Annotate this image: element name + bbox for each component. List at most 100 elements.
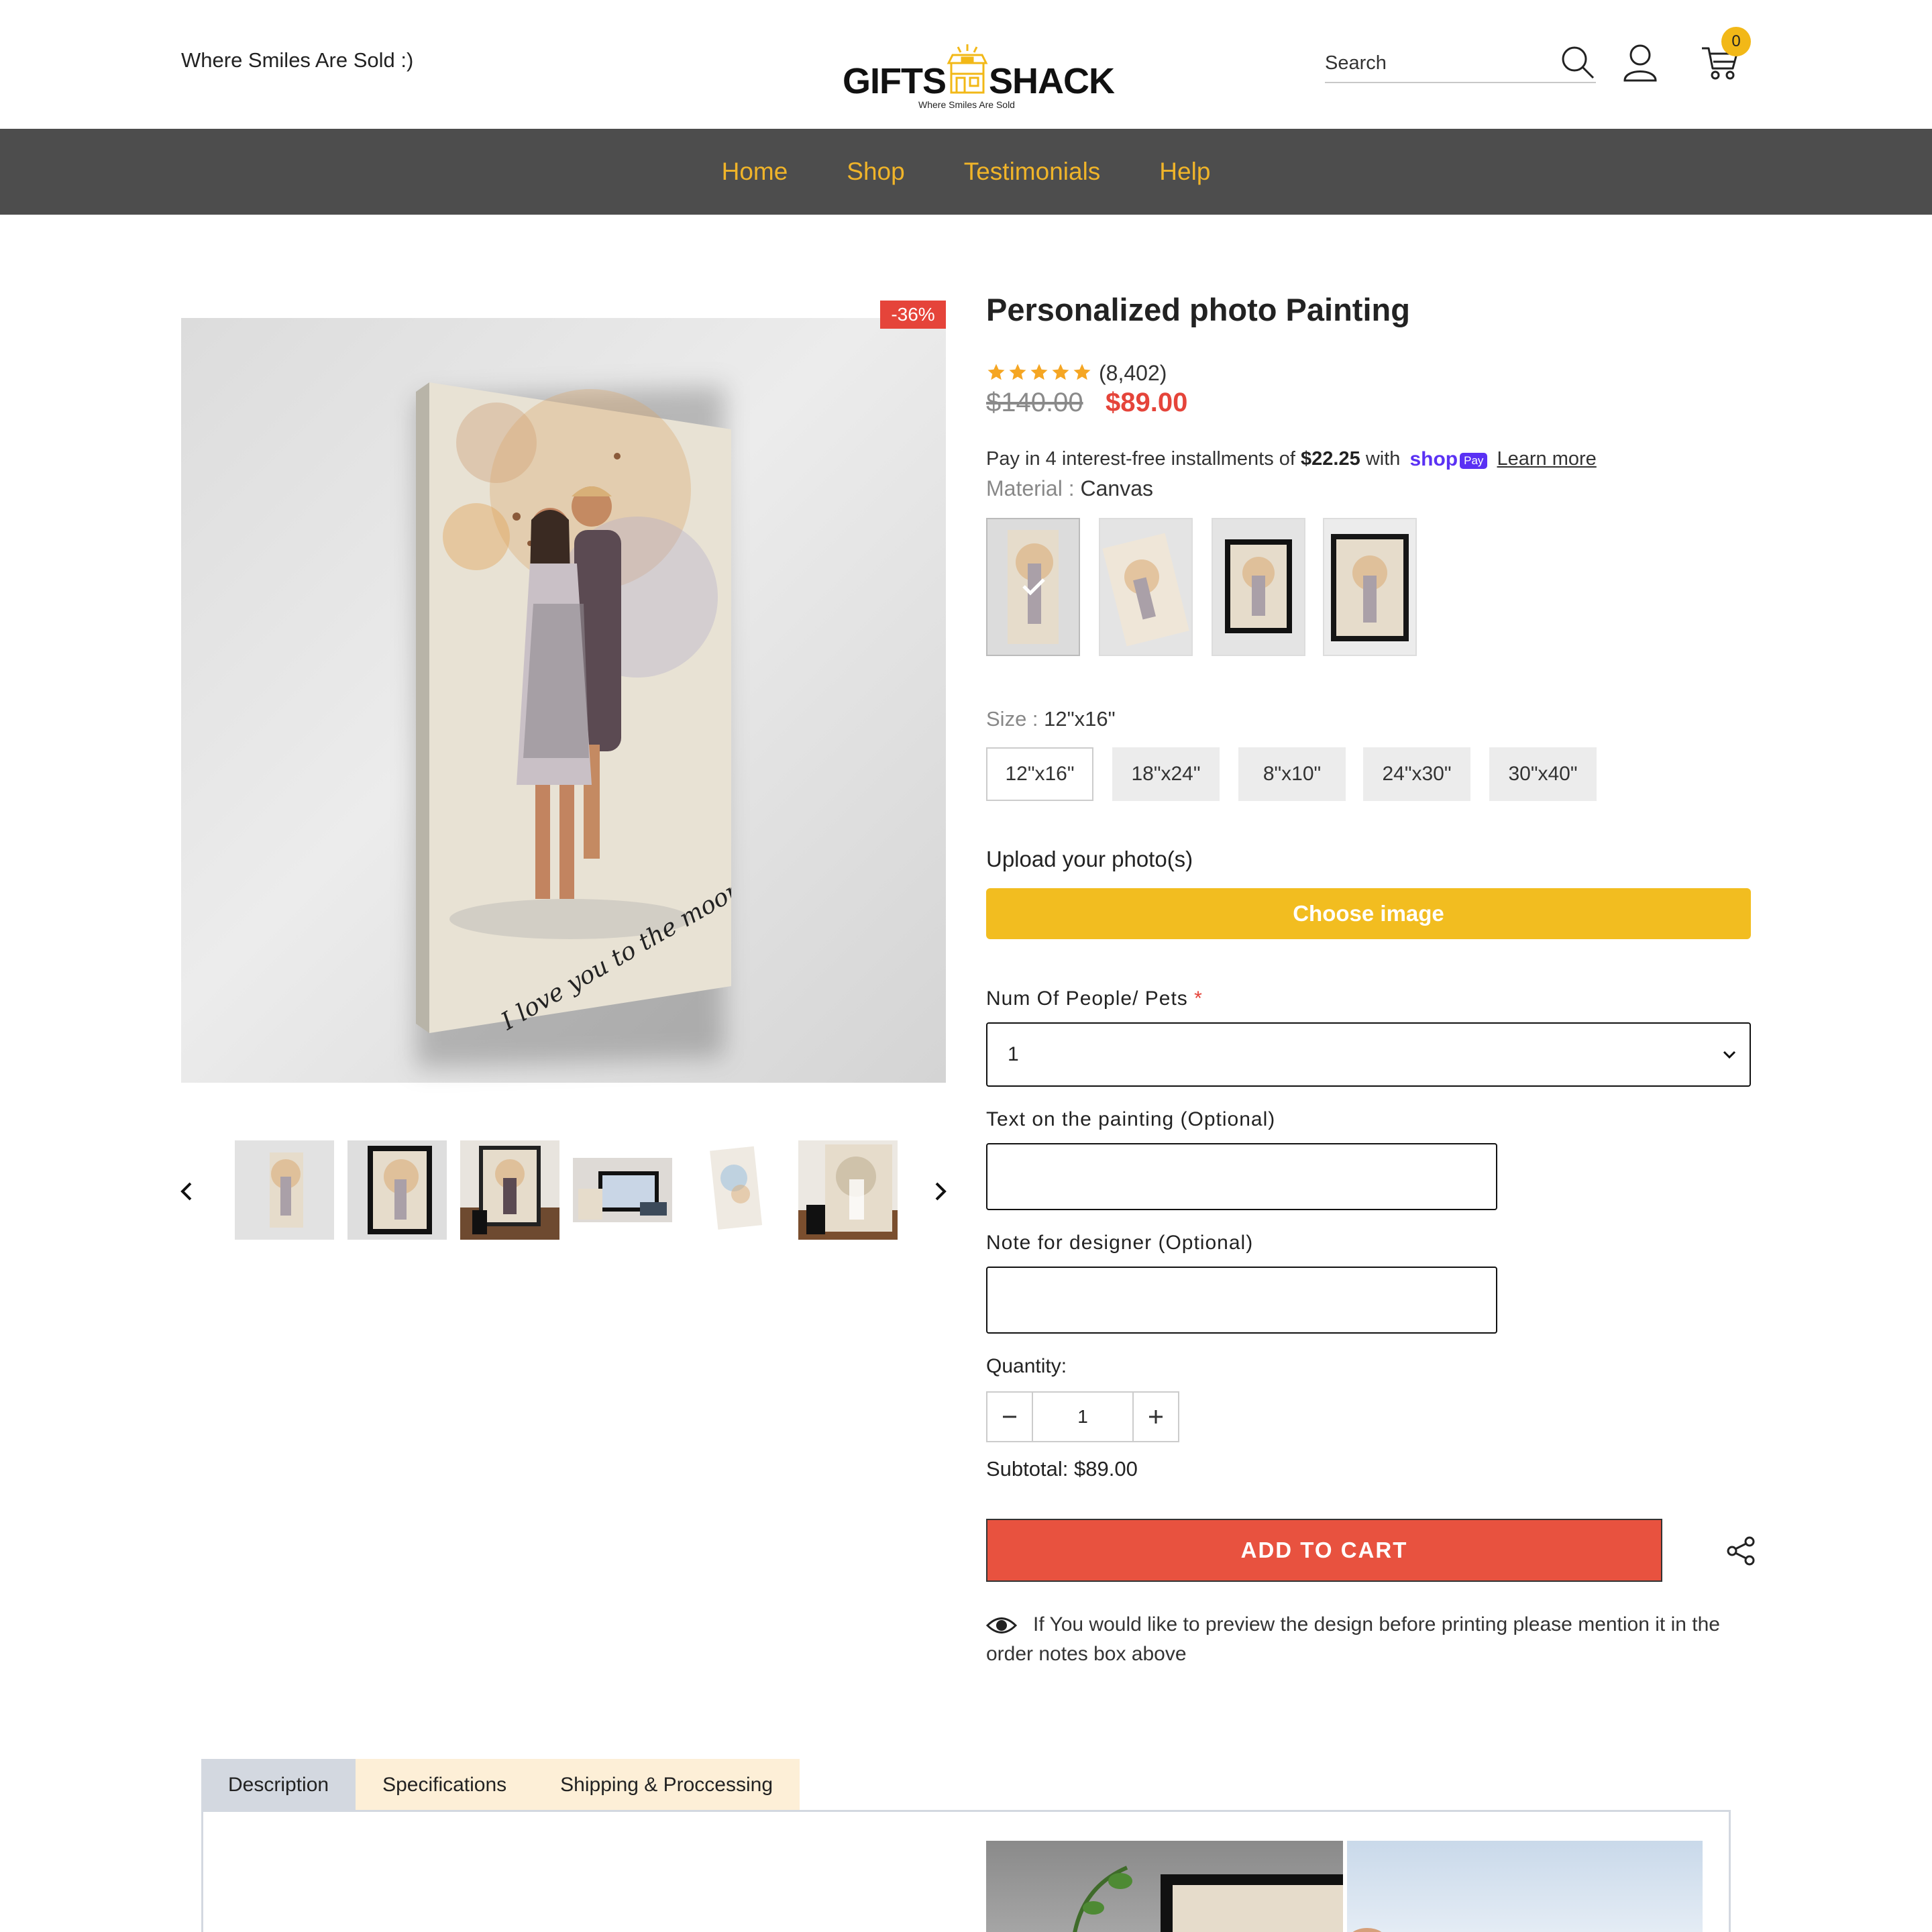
nav-home[interactable]: Home [722, 158, 788, 186]
add-to-cart-button[interactable]: ADD TO CART [986, 1519, 1662, 1582]
chevron-left-icon [180, 1182, 192, 1201]
swatch-framed-dark-image [1324, 519, 1415, 655]
rating-stars[interactable] [986, 362, 1092, 386]
shop-pay-pill: Pay [1460, 452, 1488, 469]
preview-note: If You would like to preview the design … [986, 1613, 1720, 1665]
painting-text-input[interactable] [986, 1143, 1497, 1210]
description-image-beach [1347, 1841, 1703, 1932]
designer-note-label: Note for designer (Optional) [986, 1232, 1254, 1254]
swatch-poster-image [1100, 519, 1191, 655]
quantity-stepper: 1 [986, 1391, 1179, 1442]
logo-word-gifts: GIFTS [843, 61, 947, 101]
size-option-30x40[interactable]: 30"x40" [1489, 747, 1597, 801]
compare-at-price: $140.00 [986, 388, 1083, 417]
product-title: Personalized photo Painting [986, 292, 1410, 327]
designer-note-input[interactable] [986, 1267, 1497, 1334]
description-image-frame [986, 1841, 1343, 1932]
product-thumbnail[interactable] [686, 1140, 785, 1240]
product-tabs: Description Specifications Shipping & Pr… [201, 1759, 800, 1811]
chevron-right-icon [935, 1182, 947, 1201]
star-icon [1009, 364, 1026, 380]
shop-house-icon [947, 44, 988, 94]
header-tagline: Where Smiles Are Sold :) [181, 48, 414, 72]
product-thumbnail[interactable] [573, 1140, 672, 1240]
tab-shipping[interactable]: Shipping & Proccessing [533, 1759, 800, 1811]
num-people-label: Num Of People/ Pets * [986, 987, 1203, 1010]
size-option-18x24[interactable]: 18"x24" [1112, 747, 1220, 801]
installments-message: Pay in 4 interest-free installments of $… [986, 448, 1597, 471]
num-people-label-text: Num Of People/ Pets [986, 987, 1188, 1010]
size-label: Size : 12"x16" [986, 707, 1116, 731]
nav-help[interactable]: Help [1159, 158, 1210, 186]
installments-middle: with [1365, 448, 1401, 470]
tab-description[interactable]: Description [201, 1759, 356, 1811]
thumbnail-room-image [460, 1140, 559, 1234]
upload-photos-label: Upload your photo(s) [986, 847, 1193, 871]
search-input[interactable] [1325, 48, 1546, 78]
shop-pay-logo: shop Pay [1409, 448, 1488, 471]
share-icon[interactable] [1727, 1536, 1756, 1566]
review-count[interactable]: (8,402) [1099, 361, 1167, 386]
quantity-increase-button[interactable] [1134, 1393, 1178, 1441]
tab-specifications[interactable]: Specifications [356, 1759, 534, 1811]
quantity-input[interactable]: 1 [1032, 1393, 1134, 1441]
description-photo-frame [1073, 1866, 1343, 1932]
shop-pay-word: shop [1409, 448, 1458, 471]
thumbnail-variants-image [573, 1158, 672, 1222]
star-icon [1073, 364, 1091, 380]
nav-testimonials[interactable]: Testimonials [964, 158, 1101, 186]
thumbnail-poster-image [710, 1146, 763, 1230]
material-label-text: Material : [986, 476, 1075, 500]
thumb-next-arrow[interactable] [927, 1171, 954, 1212]
quantity-decrease-button[interactable] [987, 1393, 1032, 1441]
size-label-text: Size : [986, 707, 1038, 731]
subtotal-value: $89.00 [1074, 1457, 1138, 1481]
choose-image-button[interactable]: Choose image [986, 888, 1751, 939]
size-option-12x16[interactable]: 12"x16" [986, 747, 1093, 801]
material-swatch-framed-dark[interactable] [1323, 518, 1417, 656]
cart-count-badge: 0 [1721, 27, 1751, 56]
product-main-image[interactable]: I love you to the moon and back [181, 318, 946, 1083]
sale-price: $89.00 [1106, 388, 1188, 417]
size-option-8x10[interactable]: 8"x10" [1238, 747, 1346, 801]
minus-icon [1003, 1415, 1016, 1418]
site-logo[interactable]: GIFTS SHACK Where Smiles Are Sold [843, 39, 1115, 113]
thumbnail-canvas-image [270, 1152, 303, 1228]
canvas-painting-image: I love you to the moon and back [416, 382, 731, 1033]
num-people-select[interactable]: 1 [986, 1022, 1751, 1087]
product-thumbnail[interactable] [235, 1140, 334, 1240]
swatch-framed-light-image [1213, 519, 1304, 655]
quantity-label: Quantity: [986, 1355, 1067, 1377]
size-option-24x30[interactable]: 24"x30" [1363, 747, 1470, 801]
search-bar [1325, 44, 1596, 83]
search-icon[interactable] [1560, 44, 1596, 80]
product-thumbnail[interactable] [347, 1140, 447, 1240]
installments-amount: $22.25 [1301, 448, 1360, 470]
thumbnail-framed-image [368, 1146, 432, 1234]
learn-more-link[interactable]: Learn more [1497, 448, 1596, 470]
thumb-prev-arrow[interactable] [173, 1171, 200, 1212]
material-label: Material : Canvas [986, 476, 1153, 501]
star-icon [1052, 364, 1069, 380]
painting-text-label: Text on the painting (Optional) [986, 1108, 1276, 1130]
material-swatch-poster[interactable] [1099, 518, 1193, 656]
required-asterisk: * [1194, 987, 1203, 1010]
installments-prefix: Pay in 4 interest-free installments of [986, 448, 1295, 470]
description-photo-beach [1352, 1928, 1382, 1932]
product-thumbnail[interactable] [460, 1140, 559, 1240]
thumbnail-wood-image [798, 1140, 898, 1234]
star-icon [1030, 364, 1048, 380]
material-swatch-framed-light[interactable] [1212, 518, 1305, 656]
swatch-canvas-image [987, 519, 1079, 655]
logo-word-shack: SHACK [989, 61, 1115, 101]
product-thumbnail[interactable] [798, 1140, 898, 1240]
num-people-value: 1 [1008, 1043, 1019, 1065]
nav-shop[interactable]: Shop [847, 158, 904, 186]
star-icon [987, 364, 1005, 380]
user-account-icon[interactable] [1622, 43, 1658, 82]
size-value: 12"x16" [1044, 707, 1116, 731]
material-swatch-canvas[interactable] [986, 518, 1080, 656]
discount-badge: -36% [880, 301, 946, 329]
plus-icon [1149, 1410, 1163, 1424]
subtotal-label: Subtotal: [986, 1457, 1069, 1481]
